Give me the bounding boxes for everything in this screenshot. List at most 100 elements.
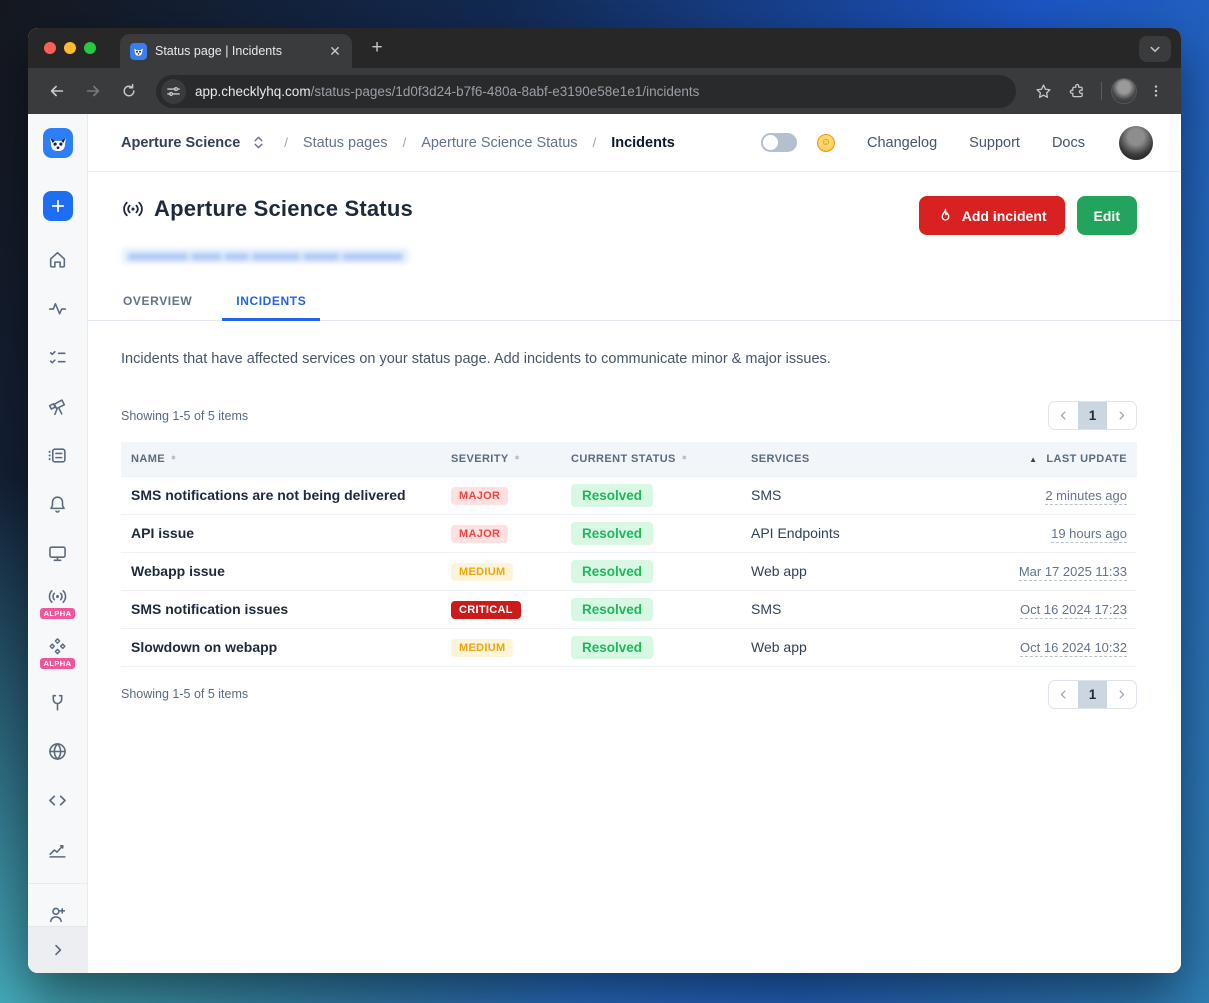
sidebar-item-home[interactable] <box>38 239 78 279</box>
globe-icon <box>47 741 68 762</box>
url-bar[interactable]: app.checklyhq.com/status-pages/1d0f3d24-… <box>156 75 1016 108</box>
create-new-button[interactable] <box>43 191 73 221</box>
wrench-fork-icon <box>47 692 68 713</box>
tab-overview[interactable]: OVERVIEW <box>121 286 194 320</box>
extensions-button[interactable] <box>1062 76 1092 106</box>
column-header-name[interactable]: NAME▲▼ <box>121 442 441 476</box>
page-title: Aperture Science Status <box>154 196 413 222</box>
sidebar-item-logs[interactable] <box>38 435 78 475</box>
sidebar-expand-button[interactable] <box>28 926 88 973</box>
new-tab-button[interactable]: + <box>364 35 390 61</box>
forward-button[interactable] <box>78 76 108 106</box>
table-row[interactable]: Webapp issue MEDIUM Resolved Web app Mar… <box>121 552 1137 590</box>
add-incident-button[interactable]: Add incident <box>919 196 1065 235</box>
breadcrumb-separator: / <box>403 135 407 150</box>
support-link[interactable]: Support <box>969 135 1020 151</box>
telescope-icon <box>47 396 68 417</box>
sidebar-item-maintenance[interactable] <box>38 682 78 722</box>
showing-count-bottom: Showing 1-5 of 5 items <box>121 687 248 701</box>
browser-menu-button[interactable] <box>1141 76 1171 106</box>
column-header-status[interactable]: CURRENT STATUS▲▼ <box>561 442 741 476</box>
severity-badge: MEDIUM <box>451 639 513 657</box>
table-row[interactable]: SMS notifications are not being delivere… <box>121 476 1137 514</box>
back-button[interactable] <box>42 76 72 106</box>
table-header-row: NAME▲▼ SEVERITY▲▼ CURRENT STATUS▲▼ SERVI… <box>121 442 1137 476</box>
checkly-logo[interactable] <box>38 123 78 163</box>
incident-last-update[interactable]: Oct 16 2024 17:23 <box>1020 602 1127 619</box>
sidebar-divider <box>28 883 88 884</box>
prev-page-button[interactable] <box>1049 402 1078 429</box>
monitor-icon <box>47 543 68 564</box>
status-badge: Resolved <box>571 636 653 659</box>
status-page-link-blurred[interactable]: xxxxxxxxxx xxxxx xxxx xxxxxxxx xxxxxx xx… <box>122 248 409 264</box>
sidebar-item-monitors[interactable] <box>38 288 78 328</box>
maximize-window-button[interactable] <box>84 42 96 54</box>
incident-last-update[interactable]: Oct 16 2024 10:32 <box>1020 640 1127 657</box>
column-header-last-update[interactable]: ▲LAST UPDATE <box>996 442 1137 476</box>
sidebar-item-dashboards[interactable] <box>38 533 78 573</box>
sidebar-item-runtimes[interactable] <box>38 780 78 820</box>
sidebar-item-analytics[interactable] <box>38 829 78 869</box>
theme-toggle[interactable] <box>761 133 797 152</box>
org-switcher-icon[interactable] <box>252 135 265 150</box>
site-settings-icon[interactable] <box>161 79 186 104</box>
minimize-window-button[interactable] <box>64 42 76 54</box>
macos-window-controls[interactable] <box>44 42 96 54</box>
toggle-knob <box>763 135 778 150</box>
sidebar-item-traces[interactable]: ALPHA <box>38 632 78 673</box>
app-header: Aperture Science / Status pages / Apertu… <box>88 114 1181 172</box>
docs-link[interactable]: Docs <box>1052 135 1085 151</box>
close-window-button[interactable] <box>44 42 56 54</box>
table-row[interactable]: SMS notification issues CRITICAL Resolve… <box>121 590 1137 628</box>
status-badge: Resolved <box>571 522 653 545</box>
user-avatar[interactable] <box>1119 126 1153 160</box>
browser-profile-avatar[interactable] <box>1111 78 1137 104</box>
back-arrow-icon <box>48 82 66 100</box>
status-badge: Resolved <box>571 484 653 507</box>
sidebar-item-explore[interactable] <box>38 386 78 426</box>
tab-incidents[interactable]: INCIDENTS <box>234 286 308 320</box>
sidebar-item-private-locations[interactable] <box>38 731 78 771</box>
status-badge: Resolved <box>571 598 653 621</box>
incidents-table: NAME▲▼ SEVERITY▲▼ CURRENT STATUS▲▼ SERVI… <box>121 442 1137 667</box>
column-header-services[interactable]: SERVICES <box>741 442 996 476</box>
table-row[interactable]: Slowdown on webapp MEDIUM Resolved Web a… <box>121 628 1137 666</box>
breadcrumb-status-pages[interactable]: Status pages <box>303 135 388 151</box>
edit-label: Edit <box>1094 208 1120 224</box>
breadcrumb-org[interactable]: Aperture Science <box>121 135 240 151</box>
alpha-badge: ALPHA <box>40 658 76 669</box>
toolbar-divider <box>1101 82 1102 100</box>
tab-search-button[interactable] <box>1139 36 1171 62</box>
reload-button[interactable] <box>114 76 144 106</box>
current-page-button[interactable]: 1 <box>1078 681 1107 708</box>
incident-last-update[interactable]: 19 hours ago <box>1051 526 1127 543</box>
browser-tab[interactable]: Status page | Incidents ✕ <box>120 34 352 68</box>
column-header-severity[interactable]: SEVERITY▲▼ <box>441 442 561 476</box>
current-page-button[interactable]: 1 <box>1078 402 1107 429</box>
sidebar-item-checks[interactable] <box>38 337 78 377</box>
changelog-link[interactable]: Changelog <box>867 135 937 151</box>
plus-icon <box>51 199 65 213</box>
log-list-icon <box>47 445 68 466</box>
next-page-button[interactable] <box>1107 402 1136 429</box>
tab-title: Status page | Incidents <box>155 44 318 58</box>
incident-name: API issue <box>121 514 441 552</box>
next-page-button[interactable] <box>1107 681 1136 708</box>
sidebar-item-alerts[interactable] <box>38 484 78 524</box>
prev-page-button[interactable] <box>1049 681 1078 708</box>
star-icon <box>1035 83 1052 100</box>
chevron-left-icon <box>1058 410 1069 421</box>
incident-last-update[interactable]: Mar 17 2025 11:33 <box>1019 564 1127 581</box>
bookmark-star-button[interactable] <box>1028 76 1058 106</box>
incident-name: SMS notifications are not being delivere… <box>121 476 441 514</box>
incident-last-update[interactable]: 2 minutes ago <box>1045 488 1127 505</box>
diamonds-icon <box>47 636 68 657</box>
toolbar-right-controls <box>1028 76 1171 106</box>
table-row[interactable]: API issue MAJOR Resolved API Endpoints 1… <box>121 514 1137 552</box>
edit-button[interactable]: Edit <box>1077 196 1137 235</box>
sort-icon: ▲▼ <box>170 458 177 459</box>
tab-close-icon[interactable]: ✕ <box>326 42 344 60</box>
breadcrumb-status-page-name[interactable]: Aperture Science Status <box>421 135 577 151</box>
sidebar-item-status-pages[interactable]: ALPHA <box>38 582 78 623</box>
incident-name: Slowdown on webapp <box>121 628 441 666</box>
